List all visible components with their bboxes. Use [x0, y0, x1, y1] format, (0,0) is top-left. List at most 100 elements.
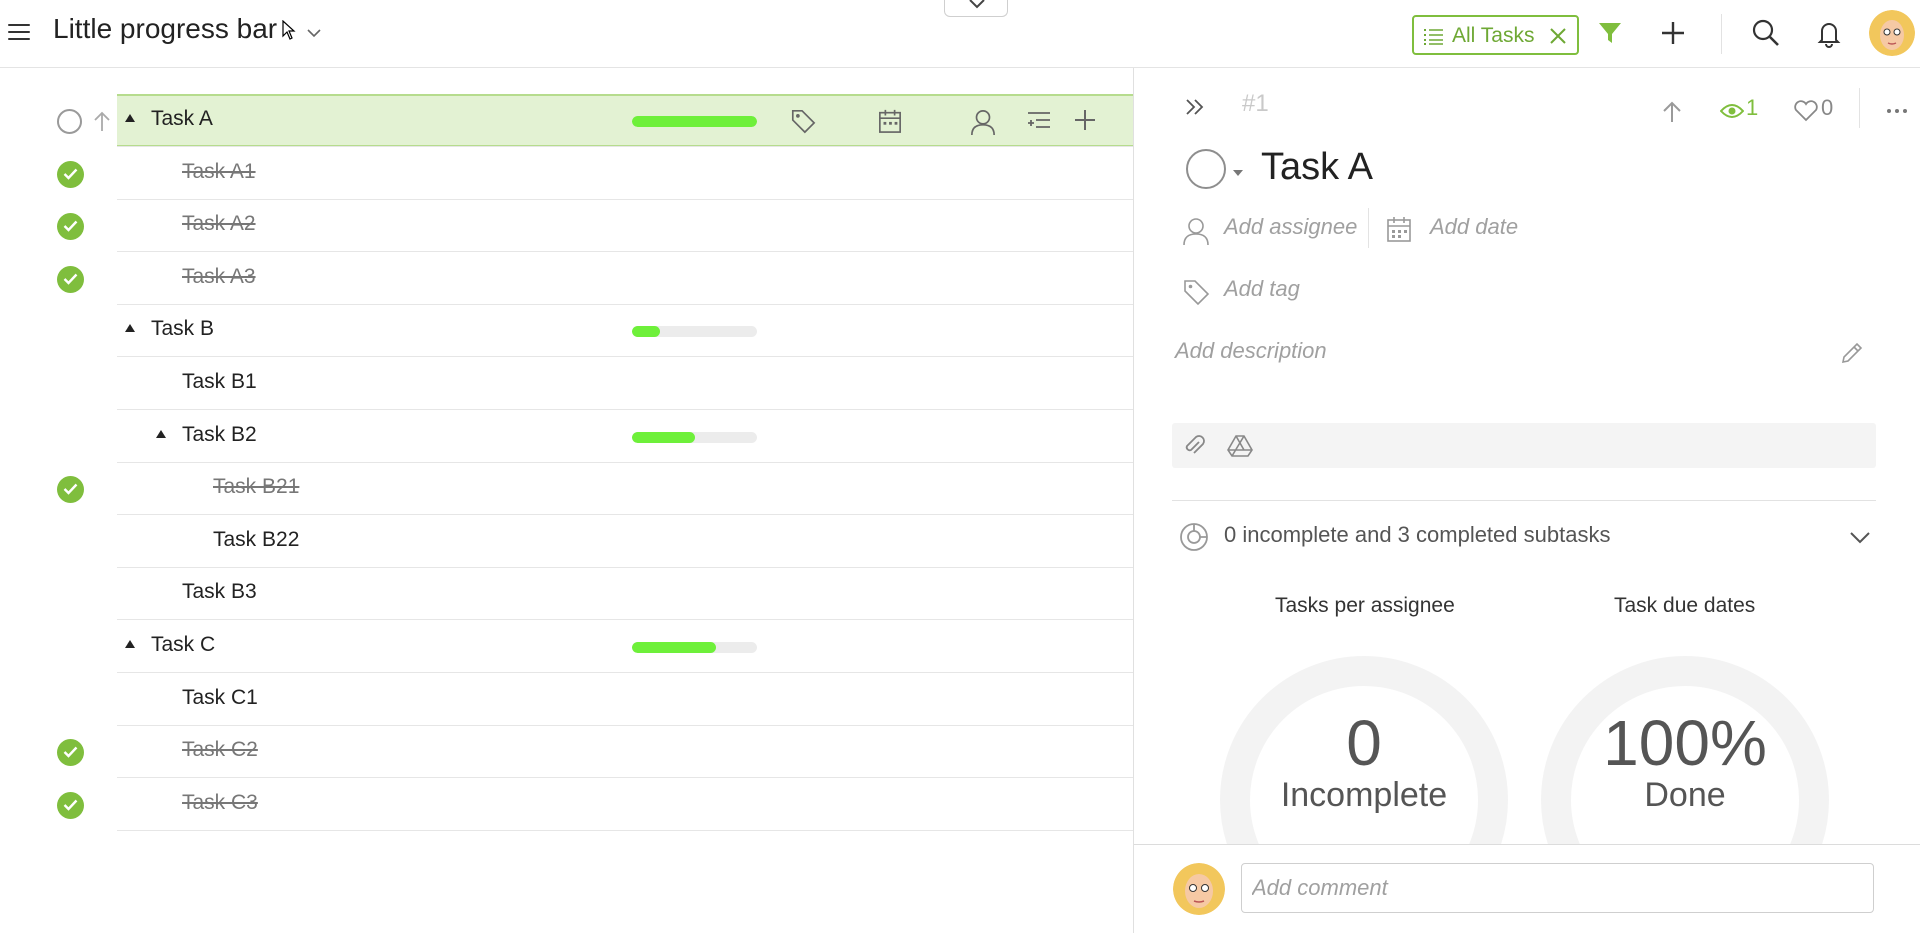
task-row[interactable]: Task A2 — [0, 199, 1133, 253]
task-name[interactable]: Task A2 — [182, 212, 256, 236]
completed-checkbox[interactable] — [57, 791, 84, 819]
add-task-icon[interactable] — [1656, 16, 1690, 50]
paperclip-icon[interactable] — [1182, 433, 1206, 459]
drive-icon[interactable] — [1227, 434, 1253, 458]
task-row[interactable]: Task B3 — [0, 567, 1133, 621]
task-name[interactable]: Task A3 — [182, 265, 256, 289]
task-name[interactable]: Task C — [151, 633, 215, 657]
done-label: Done — [1644, 776, 1726, 814]
task-name[interactable]: Task B21 — [213, 475, 299, 499]
expand-toggle-icon[interactable] — [156, 429, 166, 438]
more-icon[interactable] — [1886, 108, 1908, 114]
tasks-per-assignee-label: Tasks per assignee — [1275, 594, 1455, 617]
attachments-bar — [1172, 423, 1876, 468]
add-description-field[interactable]: Add description — [1175, 338, 1327, 364]
chevron-down-icon[interactable] — [306, 25, 322, 41]
add-assignee-button[interactable]: Add assignee — [1224, 214, 1357, 240]
complete-task-checkbox[interactable] — [1186, 149, 1226, 189]
task-checkbox[interactable] — [57, 109, 82, 134]
task-row[interactable]: Task C2 — [0, 725, 1133, 779]
add-subtask-icon[interactable] — [1026, 108, 1052, 139]
search-icon[interactable] — [1749, 16, 1783, 50]
completed-checkbox[interactable] — [57, 476, 84, 504]
bell-icon[interactable] — [1812, 16, 1846, 50]
task-row[interactable]: Task A — [0, 94, 1133, 147]
calendar-icon[interactable] — [878, 108, 902, 139]
task-row[interactable]: Task C3 — [0, 778, 1133, 831]
task-due-dates-label: Task due dates — [1614, 594, 1756, 617]
menu-icon[interactable] — [6, 19, 32, 45]
checkmark-icon — [63, 746, 78, 758]
subtask-progress-bar — [632, 116, 757, 127]
task-name[interactable]: Task B2 — [182, 423, 257, 447]
eye-icon[interactable] — [1720, 103, 1744, 119]
expand-toggle-icon[interactable] — [125, 114, 135, 122]
task-detail-title[interactable]: Task A — [1261, 146, 1373, 189]
task-row[interactable]: Task C — [0, 620, 1133, 673]
toolbar-divider — [1721, 14, 1722, 54]
filter-chip-all-tasks[interactable]: All Tasks — [1412, 15, 1579, 55]
task-row[interactable]: Task A3 — [0, 252, 1133, 305]
mouse-cursor-icon — [282, 20, 296, 40]
user-icon[interactable] — [970, 108, 996, 141]
completed-checkbox[interactable] — [57, 213, 84, 241]
task-row[interactable]: Task A1 — [0, 147, 1133, 200]
plus-icon[interactable] — [1073, 108, 1097, 137]
task-name[interactable]: Task B3 — [182, 580, 257, 604]
task-row[interactable]: Task B2 — [0, 410, 1133, 463]
incomplete-value: 0 — [1346, 707, 1382, 779]
done-value: 100% — [1603, 707, 1767, 779]
task-name[interactable]: Task B22 — [213, 528, 299, 552]
task-name[interactable]: Task B — [151, 317, 214, 341]
likes-count[interactable]: 0 — [1821, 95, 1833, 121]
task-name[interactable]: Task B1 — [182, 370, 257, 394]
arrow-up-icon[interactable] — [1661, 100, 1683, 124]
expand-toggle-icon[interactable] — [125, 324, 135, 333]
comment-input[interactable] — [1241, 863, 1874, 913]
user-avatar[interactable] — [1869, 10, 1915, 56]
caret-down-icon[interactable] — [1232, 169, 1244, 177]
task-name[interactable]: Task C3 — [182, 791, 258, 815]
task-name[interactable]: Task A — [151, 107, 213, 131]
comment-bar — [1134, 844, 1920, 933]
task-number: #1 — [1242, 90, 1269, 117]
heart-icon[interactable] — [1793, 100, 1819, 122]
task-row[interactable]: Task B1 — [0, 357, 1133, 410]
task-name[interactable]: Task A1 — [182, 160, 256, 184]
subtask-progress-bar — [632, 431, 757, 443]
subtask-progress-bar — [632, 326, 757, 338]
completed-checkbox[interactable] — [57, 160, 84, 188]
expand-toggle-icon[interactable] — [125, 640, 135, 648]
close-icon[interactable] — [1548, 26, 1568, 46]
task-row[interactable]: Task B22 — [0, 515, 1133, 568]
arrow-up-icon[interactable] — [93, 110, 111, 137]
chevron-down-icon[interactable] — [1849, 531, 1871, 545]
user-avatar[interactable] — [1173, 863, 1225, 915]
task-row[interactable]: Task B — [0, 304, 1133, 358]
watchers-count[interactable]: 1 — [1746, 95, 1758, 121]
calendar-icon — [1387, 217, 1411, 242]
task-name[interactable]: Task C1 — [182, 686, 258, 710]
tag-icon[interactable] — [790, 108, 816, 139]
add-tag-button[interactable]: Add tag — [1224, 276, 1300, 302]
divider — [1368, 208, 1369, 248]
add-date-button[interactable]: Add date — [1430, 214, 1518, 240]
filter-icon[interactable] — [1593, 16, 1627, 50]
progress-fill — [632, 642, 716, 653]
subtask-progress-bar — [632, 642, 757, 653]
task-details-pane: #1 1 0 Task A Add assignee Add date Add … — [1133, 68, 1920, 933]
checkmark-icon — [63, 273, 78, 285]
completed-checkbox[interactable] — [57, 739, 84, 767]
progress-fill — [632, 431, 695, 443]
list-icon — [1424, 29, 1443, 45]
task-name[interactable]: Task C2 — [182, 738, 258, 762]
double-chevron-right-icon[interactable] — [1184, 97, 1206, 117]
task-row[interactable]: Task B21 — [0, 462, 1133, 516]
task-row[interactable]: Task C1 — [0, 673, 1133, 726]
project-title[interactable]: Little progress bar — [53, 13, 277, 45]
pencil-icon[interactable] — [1839, 340, 1865, 366]
progress-fill — [632, 116, 757, 127]
completed-checkbox[interactable] — [57, 265, 84, 293]
collapse-header-button[interactable] — [944, 0, 1008, 17]
incomplete-label: Incomplete — [1280, 776, 1448, 814]
